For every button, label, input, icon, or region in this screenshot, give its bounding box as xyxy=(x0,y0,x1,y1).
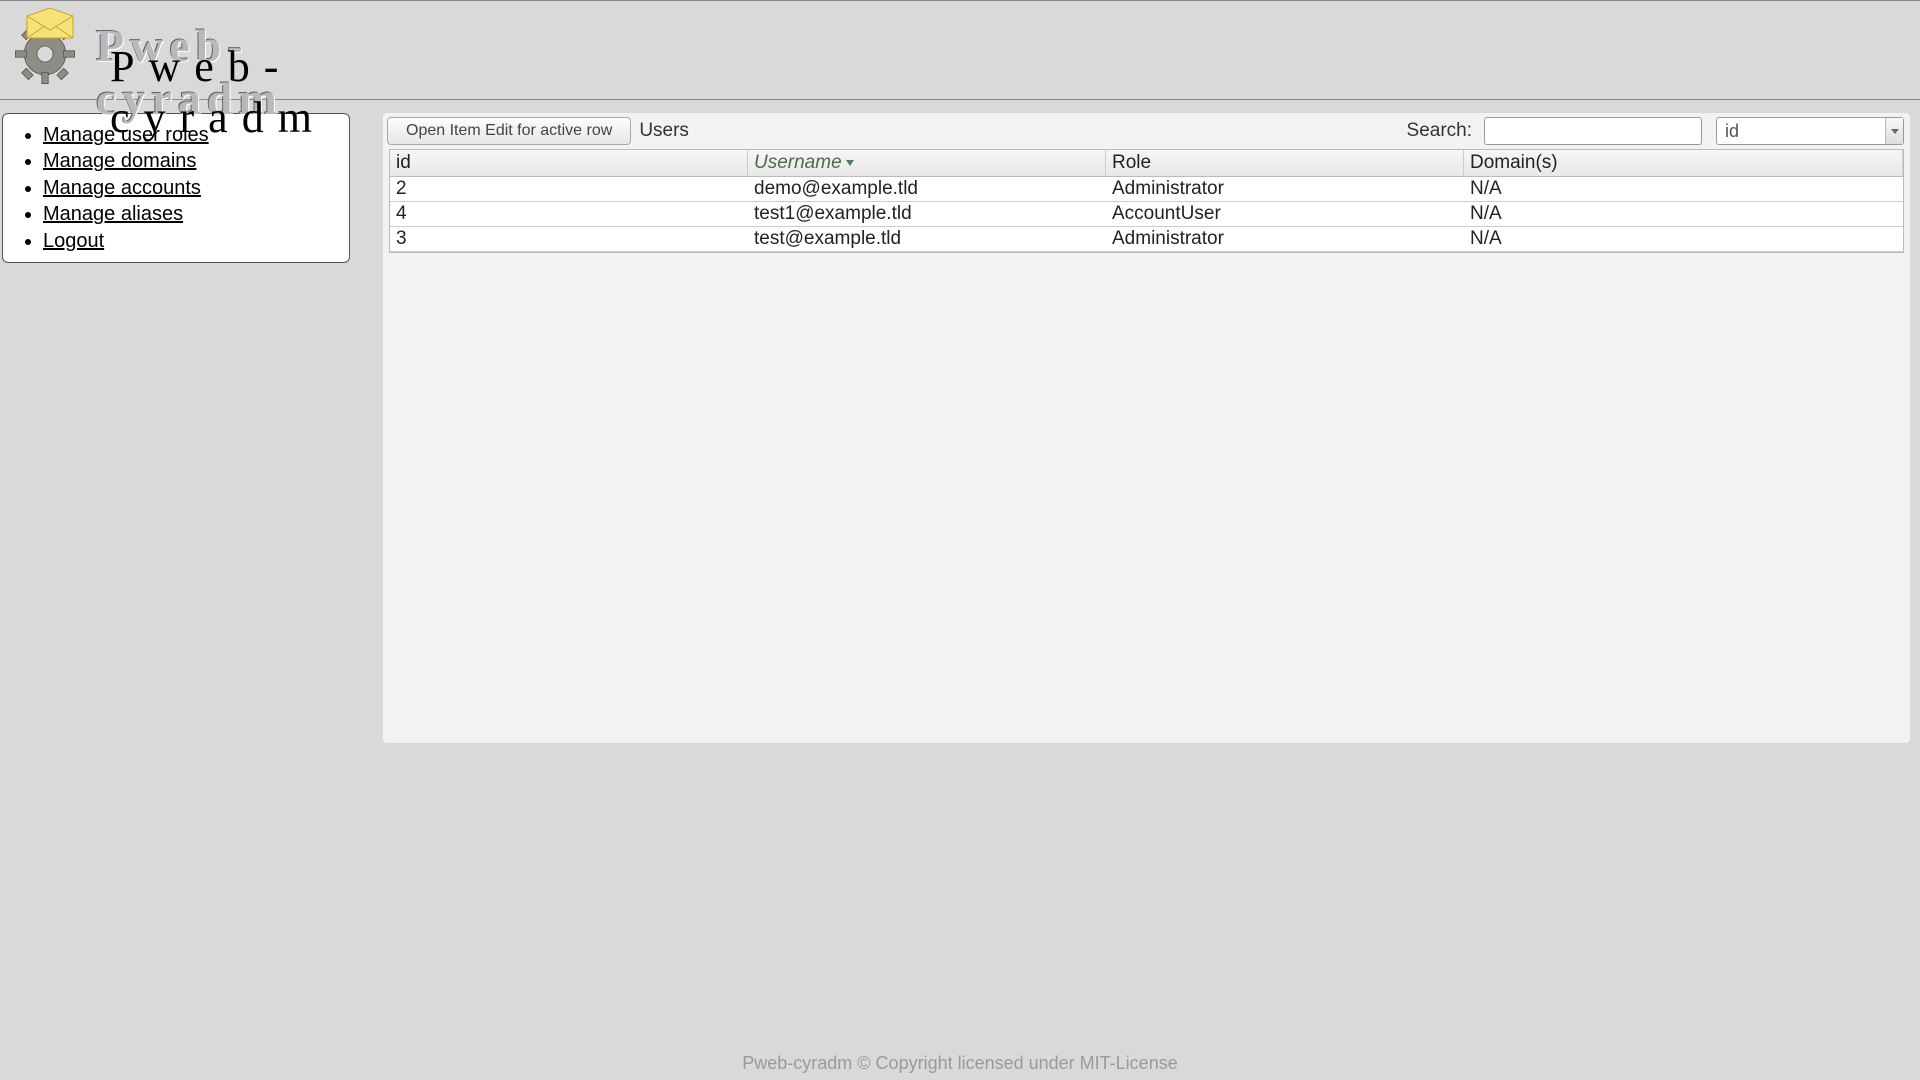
table-body: 2 demo@example.tld Administrator N/A 4 t… xyxy=(390,177,1903,252)
column-header-role[interactable]: Role xyxy=(1106,150,1464,176)
table-row[interactable]: 4 test1@example.tld AccountUser N/A xyxy=(390,202,1903,227)
users-table: id Username Role Domain(s) 2 demo@exampl… xyxy=(389,149,1904,253)
envelope-icon xyxy=(25,8,75,44)
sidebar-link[interactable]: Manage aliases xyxy=(43,203,183,225)
cell-id: 3 xyxy=(390,227,748,251)
table-row[interactable]: 3 test@example.tld Administrator N/A xyxy=(390,227,1903,252)
search-column-select[interactable]: id xyxy=(1716,117,1904,145)
cell-id: 4 xyxy=(390,202,748,226)
app-logo: Pweb-cyradm Pweb-cyradm xyxy=(5,1,85,99)
cell-role: AccountUser xyxy=(1106,202,1464,226)
content-panel: Open Item Edit for active row Users Sear… xyxy=(383,113,1910,743)
column-header-domains[interactable]: Domain(s) xyxy=(1464,150,1903,176)
cell-username: test1@example.tld xyxy=(748,202,1106,226)
sidebar-link[interactable]: Manage accounts xyxy=(43,177,201,199)
cell-domains: N/A xyxy=(1464,177,1903,201)
cell-username: demo@example.tld xyxy=(748,177,1106,201)
footer-text: Pweb-cyradm © Copyright licensed under M… xyxy=(742,1053,1177,1073)
footer: Pweb-cyradm © Copyright licensed under M… xyxy=(0,1049,1920,1080)
page-title: Pweb-cyradm xyxy=(110,41,326,143)
search-input[interactable] xyxy=(1484,117,1702,145)
search-label: Search: xyxy=(1407,120,1472,142)
sort-asc-icon xyxy=(846,160,854,166)
sidebar-item-accounts[interactable]: Manage accounts xyxy=(43,175,349,201)
column-header-username[interactable]: Username xyxy=(748,150,1106,176)
panel-title: Users xyxy=(639,120,689,142)
sidebar-link[interactable]: Logout xyxy=(43,230,104,252)
table-row[interactable]: 2 demo@example.tld Administrator N/A xyxy=(390,177,1903,202)
toolbar: Open Item Edit for active row Users Sear… xyxy=(383,113,1910,149)
sidebar-item-domains[interactable]: Manage domains xyxy=(43,148,349,174)
cell-username: test@example.tld xyxy=(748,227,1106,251)
cell-domains: N/A xyxy=(1464,227,1903,251)
sidebar-item-aliases[interactable]: Manage aliases xyxy=(43,201,349,227)
gear-icon xyxy=(5,10,85,90)
table-header: id Username Role Domain(s) xyxy=(390,150,1903,177)
cell-domains: N/A xyxy=(1464,202,1903,226)
chevron-down-icon[interactable] xyxy=(1885,118,1903,144)
app-header: Pweb-cyradm Pweb-cyradm xyxy=(0,0,1920,100)
cell-role: Administrator xyxy=(1106,177,1464,201)
search-column-value: id xyxy=(1717,118,1885,144)
sidebar-link[interactable]: Manage domains xyxy=(43,150,196,172)
cell-id: 2 xyxy=(390,177,748,201)
sidebar-item-logout[interactable]: Logout xyxy=(43,228,349,254)
open-item-edit-button[interactable]: Open Item Edit for active row xyxy=(387,117,631,145)
cell-role: Administrator xyxy=(1106,227,1464,251)
column-header-id[interactable]: id xyxy=(390,150,748,176)
